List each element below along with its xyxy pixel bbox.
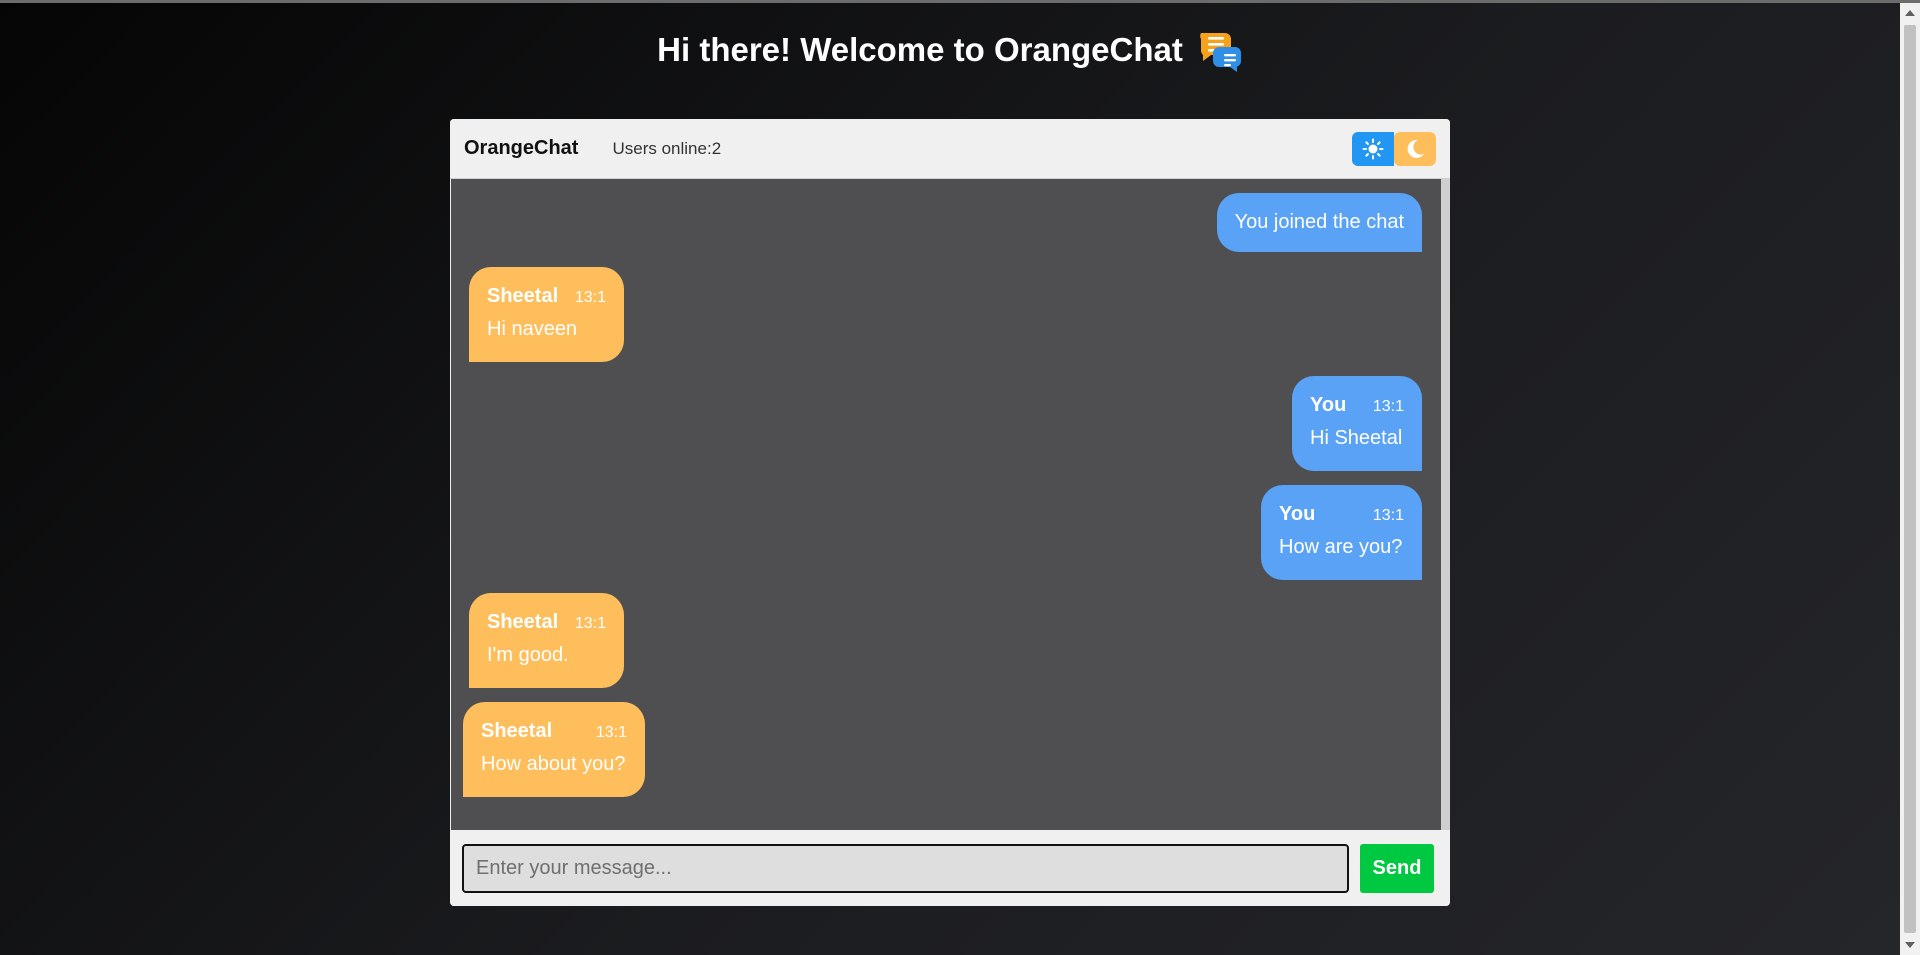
page-title-text: Hi there! Welcome to OrangeChat: [657, 31, 1183, 68]
message-list: You joined the chat Sheetal 13:1 Hi navee…: [451, 179, 1441, 830]
system-message: You joined the chat: [1216, 193, 1422, 252]
users-online: Users online:2: [612, 139, 721, 159]
message-text: Hi naveen: [487, 318, 578, 340]
message-text: How are you?: [1279, 536, 1403, 558]
users-online-count: 2: [711, 138, 722, 158]
message-sender: Sheetal: [487, 285, 559, 307]
dark-mode-button[interactable]: [1394, 131, 1436, 166]
message-bubble: Sheetal 13:1 Hi naveen: [469, 267, 624, 362]
brand-name: OrangeChat: [464, 137, 579, 159]
message-input[interactable]: [462, 843, 1349, 893]
message-bubble: You 13:1 How are you?: [1261, 485, 1422, 580]
sun-icon: [1362, 138, 1384, 159]
send-button[interactable]: Send: [1360, 843, 1434, 893]
chat-header: OrangeChat Users online:2: [450, 119, 1450, 179]
users-online-label: Users online:: [612, 138, 712, 158]
message-list-scrollbar[interactable]: [1441, 179, 1450, 830]
chat-window: OrangeChat Users online:2 You joined the…: [450, 119, 1450, 906]
message-bubble: Sheetal 13:1 How about you?: [463, 702, 645, 797]
message-sender: Sheetal: [487, 611, 559, 633]
scroll-down-arrow-icon[interactable]: [1905, 942, 1915, 948]
message-bubble: You 13:1 Hi Sheetal: [1292, 376, 1422, 471]
scroll-up-arrow-icon[interactable]: [1905, 10, 1915, 16]
message-time: 13:1: [1372, 398, 1404, 415]
moon-icon: [1407, 139, 1424, 158]
chat-bubbles-icon: [1197, 27, 1243, 73]
message-text: How about you?: [481, 753, 626, 775]
theme-toggle: [1352, 131, 1436, 166]
light-mode-button[interactable]: [1352, 131, 1394, 166]
page-title: Hi there! Welcome to OrangeChat: [0, 27, 1900, 73]
composer: Send: [450, 830, 1450, 906]
message-time: 13:1: [574, 289, 606, 306]
scrollbar-thumb[interactable]: [1904, 25, 1916, 933]
message-time: 13:1: [1372, 507, 1404, 524]
message-time: 13:1: [574, 615, 606, 632]
system-message-text: You joined the chat: [1234, 211, 1404, 233]
page-scrollbar[interactable]: [1900, 3, 1920, 955]
message-sender: You: [1279, 503, 1316, 525]
message-sender: You: [1310, 394, 1347, 416]
browser-top-edge: [0, 0, 1920, 3]
message-time: 13:1: [595, 724, 627, 741]
message-sender: Sheetal: [481, 720, 553, 742]
message-bubble: Sheetal 13:1 I'm good.: [469, 593, 624, 688]
message-text: Hi Sheetal: [1310, 427, 1403, 449]
message-text: I'm good.: [487, 644, 569, 666]
